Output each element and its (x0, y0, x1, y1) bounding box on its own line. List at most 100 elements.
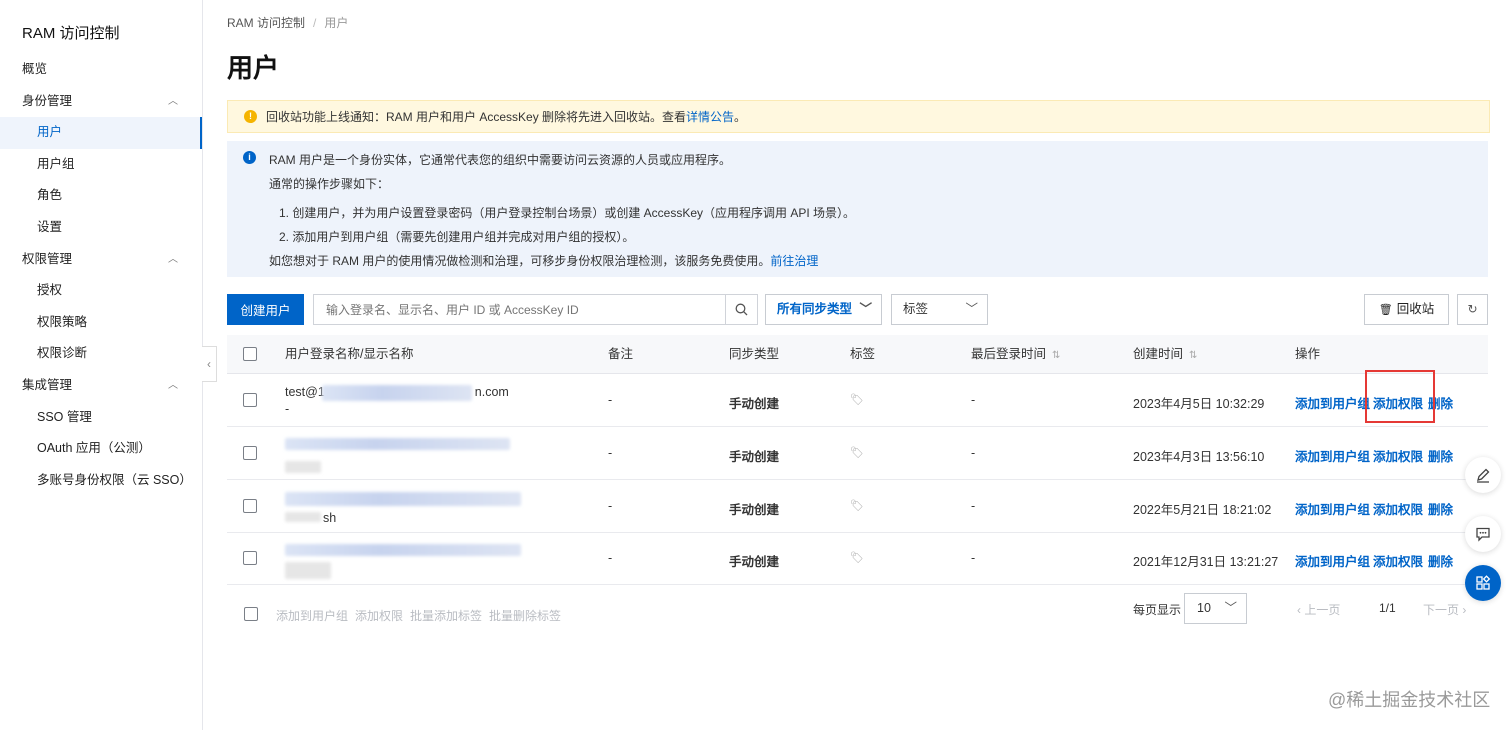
col-created[interactable]: 创建时间 ⇅ (1133, 335, 1197, 375)
notice-text: 回收站功能上线通知：RAM 用户和用户 AccessKey 删除将先进入回收站。… (266, 110, 687, 124)
sidebar-group-permissions[interactable]: 权限管理 ︿ (0, 244, 202, 276)
sort-icon: ⇅ (1189, 350, 1198, 361)
user-remark: - (608, 446, 613, 460)
info-step-1: 1. 创建用户，并为用户设置登录密码（用户登录控制台场景）或创建 AccessK… (279, 206, 856, 220)
apps-button[interactable] (1465, 565, 1501, 601)
table-row: test@1 n.com - - 手动创建 🏷 - 2023年4月5日 10:32… (227, 374, 1488, 427)
governance-link[interactable]: 前往治理 (770, 254, 818, 268)
user-login-tail: n.com (474, 385, 509, 399)
recycle-bin-button[interactable]: 🗑 回收站 (1364, 294, 1449, 325)
user-display-name: sh (323, 511, 337, 525)
tag-select[interactable]: 标签 ﹀ (891, 294, 988, 325)
sidebar-group-integration[interactable]: 集成管理 ︿ (0, 370, 202, 402)
sidebar-item-grants[interactable]: 授权 (0, 275, 202, 307)
add-to-group-link[interactable]: 添加到用户组 (1295, 393, 1370, 412)
user-sync-type: 手动创建 (729, 503, 780, 517)
prev-page-button[interactable]: ‹ 上一页 (1297, 601, 1340, 618)
sidebar-item-overview[interactable]: 概览 (0, 54, 202, 86)
page-size-select[interactable]: 10 ﹀ (1184, 593, 1247, 624)
sidebar-group-identity[interactable]: 身份管理 ︿ (0, 86, 202, 118)
user-remark: - (608, 393, 613, 407)
row-checkbox[interactable] (243, 393, 257, 407)
redacted-block (322, 385, 472, 401)
breadcrumb-root[interactable]: RAM 访问控制 (227, 16, 305, 30)
watermark: @稀土掘金技术社区 (1328, 690, 1491, 710)
sync-type-value: 所有同步类型 (777, 302, 853, 316)
create-user-button[interactable]: 创建用户 (227, 294, 304, 325)
sidebar-item-users[interactable]: 用户 (0, 117, 202, 149)
sidebar-item-oauth[interactable]: OAuth 应用（公测） (0, 433, 202, 465)
sidebar-item-policies[interactable]: 权限策略 (0, 307, 202, 339)
sidebar-item-diagnosis[interactable]: 权限诊断 (0, 338, 202, 370)
add-permission-link[interactable]: 添加权限 (1373, 446, 1423, 465)
search-input[interactable] (314, 295, 725, 324)
user-remark: - (608, 551, 613, 565)
refresh-button[interactable]: ↻ (1457, 294, 1488, 325)
user-login-name: test@1 (285, 385, 325, 399)
add-to-group-link[interactable]: 添加到用户组 (1295, 499, 1370, 518)
delete-link[interactable]: 删除 (1428, 446, 1453, 465)
row-checkbox[interactable] (243, 499, 257, 513)
feedback-button[interactable] (1465, 457, 1501, 493)
info-line-5-text: 如您想对于 RAM 用户的使用情况做检测和治理，可移步身份权限治理检测，该服务免… (269, 254, 771, 268)
user-sync-type: 手动创建 (729, 450, 780, 464)
redacted-block (285, 438, 510, 450)
page-size-label: 每页显示 (1133, 603, 1182, 617)
row-checkbox[interactable] (243, 551, 257, 565)
sidebar-item-cloud-sso[interactable]: 多账号身份权限（云 SSO） (0, 465, 202, 497)
breadcrumb: RAM 访问控制 / 用户 (227, 14, 348, 31)
info-line-1: RAM 用户是一个身份实体，它通常代表您的组织中需要访问云资源的人员或应用程序。 (269, 153, 732, 167)
delete-link[interactable]: 删除 (1428, 551, 1453, 570)
sidebar-item-label: 用户 (37, 125, 63, 140)
user-sync-type: 手动创建 (729, 555, 780, 569)
redacted-block (285, 492, 521, 506)
page-size-value: 10 (1197, 601, 1211, 615)
details-link[interactable]: 详情公告 (686, 110, 734, 124)
sync-type-select[interactable]: 所有同步类型 ﹀ (765, 294, 882, 325)
sidebar-item-label: 权限诊断 (37, 346, 88, 361)
user-remark: - (608, 499, 613, 513)
user-last-login: - (971, 446, 976, 460)
user-created-time: 2023年4月3日 13:56:10 (1133, 450, 1265, 464)
batch-remove-tags[interactable]: 批量删除标签 (489, 607, 561, 624)
redacted-block (285, 461, 321, 473)
sidebar-item-label: 设置 (37, 219, 63, 234)
sidebar-item-label: 身份管理 (22, 93, 73, 108)
batch-add-permission[interactable]: 添加权限 (355, 607, 403, 624)
col-last-login[interactable]: 最后登录时间 ⇅ (971, 335, 1060, 375)
sidebar-item-sso[interactable]: SSO 管理 (0, 402, 202, 434)
sidebar-item-roles[interactable]: 角色 (0, 180, 202, 212)
edit-icon (1477, 468, 1490, 483)
add-permission-link[interactable]: 添加权限 (1373, 551, 1423, 570)
batch-add-to-group[interactable]: 添加到用户组 (276, 607, 348, 624)
add-to-group-link[interactable]: 添加到用户组 (1295, 446, 1370, 465)
chevron-down-icon: ﹀ (1224, 601, 1237, 615)
select-all-checkbox[interactable] (243, 347, 257, 361)
batch-add-tags[interactable]: 批量添加标签 (410, 607, 482, 624)
add-to-group-link[interactable]: 添加到用户组 (1295, 551, 1370, 570)
col-remark: 备注 (608, 347, 634, 361)
info-step-2: 2. 添加用户到用户组（需要先创建用户组并完成对用户组的授权）。 (279, 230, 635, 244)
sidebar-item-user-groups[interactable]: 用户组 (0, 149, 202, 181)
tag-icon[interactable]: 🏷 (850, 393, 864, 406)
footer-select-all-checkbox[interactable] (244, 607, 258, 621)
row-checkbox[interactable] (243, 446, 257, 460)
next-page-button[interactable]: 下一页 › (1423, 601, 1466, 618)
chat-button[interactable] (1465, 516, 1501, 552)
user-sync-type: 手动创建 (729, 397, 780, 411)
sidebar-item-label: 概览 (22, 62, 48, 76)
sidebar-item-settings[interactable]: 设置 (0, 212, 202, 244)
tag-icon[interactable]: 🏷 (850, 551, 864, 564)
col-last-login-label: 最后登录时间 (971, 347, 1047, 361)
sidebar-item-label: 用户组 (37, 156, 75, 171)
delete-link[interactable]: 删除 (1428, 499, 1453, 518)
chevron-down-icon: ﹀ (859, 302, 872, 316)
recycle-notice-text: 回收站功能上线通知：RAM 用户和用户 AccessKey 删除将先进入回收站。… (266, 108, 746, 125)
redacted-block (285, 562, 331, 579)
add-permission-link[interactable]: 添加权限 (1373, 499, 1423, 518)
search-button[interactable] (725, 295, 757, 324)
tag-icon[interactable]: 🏷 (850, 446, 864, 459)
tag-icon[interactable]: 🏷 (850, 499, 864, 512)
sidebar-item-label: 角色 (37, 188, 63, 203)
col-created-label: 创建时间 (1133, 347, 1184, 361)
